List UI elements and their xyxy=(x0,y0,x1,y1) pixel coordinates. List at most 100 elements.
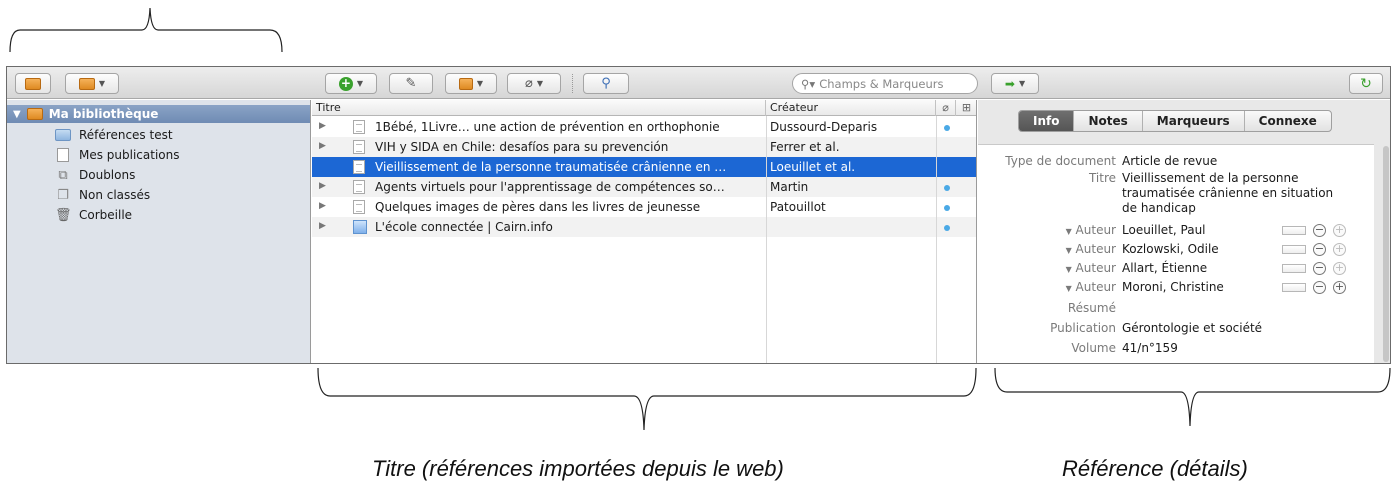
library-icon xyxy=(78,77,95,90)
collection-label: Mes publications xyxy=(79,148,180,162)
disclosure-triangle-icon[interactable]: ▶ xyxy=(319,181,326,191)
remove-author-icon[interactable]: − xyxy=(1313,243,1326,256)
magnifier-icon: ⚲ xyxy=(601,76,611,91)
title-value[interactable]: Vieillissement de la personne traumatisé… xyxy=(1122,171,1344,216)
advanced-search-button[interactable]: ⚲ xyxy=(583,73,629,94)
journal-article-icon xyxy=(353,180,365,194)
arrow-right-icon: ➡ xyxy=(1004,76,1015,91)
new-note-button[interactable]: ▼ xyxy=(445,73,497,94)
item-creator: Martin xyxy=(770,180,809,194)
tab-notes[interactable]: Notes xyxy=(1074,111,1143,131)
journal-article-icon xyxy=(353,120,365,134)
add-author-icon[interactable]: + xyxy=(1333,224,1346,237)
table-row-selected[interactable]: Vieillissement de la personne traumatisé… xyxy=(312,157,976,177)
collection-label: Doublons xyxy=(79,168,136,182)
add-author-icon[interactable]: + xyxy=(1333,281,1346,294)
remove-author-icon[interactable]: − xyxy=(1313,224,1326,237)
table-row[interactable]: ▶ Agents virtuels pour l'apprentissage d… xyxy=(312,177,976,197)
author-label[interactable]: ▼ Auteur xyxy=(1066,223,1116,237)
volume-value[interactable]: 41/n°159 xyxy=(1122,341,1344,356)
tab-related[interactable]: Connexe xyxy=(1245,111,1331,131)
sync-icon: ↻ xyxy=(1360,75,1372,92)
name-mode-switch[interactable] xyxy=(1282,264,1306,273)
chevron-down-icon: ▼ xyxy=(1065,227,1072,236)
sync-button[interactable]: ↻ xyxy=(1349,73,1383,94)
publication-value[interactable]: Gérontologie et société xyxy=(1122,321,1344,336)
disclosure-triangle-icon[interactable]: ▶ xyxy=(319,221,326,231)
attachment-dot-icon xyxy=(944,225,950,231)
item-creator: Patouillot xyxy=(770,200,826,214)
disclosure-triangle-icon[interactable]: ▶ xyxy=(319,121,326,131)
author-controls: − + xyxy=(1282,224,1346,237)
disclosure-triangle-icon[interactable]: ▶ xyxy=(319,141,326,151)
attachment-dot-icon xyxy=(944,185,950,191)
tab-info[interactable]: Info xyxy=(1019,111,1075,131)
author-controls: − + xyxy=(1282,243,1346,256)
collection-item-unfiled[interactable]: ❐ Non classés xyxy=(55,185,150,205)
search-input[interactable]: ⚲▾ Champs & Marqueurs xyxy=(792,73,978,94)
table-row[interactable]: ▶ VIH y SIDA en Chile: desafíos para su … xyxy=(312,137,976,157)
abstract-value[interactable] xyxy=(1122,301,1344,316)
column-header-title[interactable]: Titre xyxy=(312,100,766,116)
name-mode-switch[interactable] xyxy=(1282,283,1306,292)
item-title: L'école connectée | Cairn.info xyxy=(375,220,553,234)
collection-item-my-publications[interactable]: Mes publications xyxy=(55,145,180,165)
chevron-down-icon: ▼ xyxy=(98,79,106,88)
new-item-button[interactable]: + ▼ xyxy=(325,73,377,94)
add-attachment-button[interactable]: ⌀ ▼ xyxy=(507,73,561,94)
locate-button[interactable]: ➡ ▼ xyxy=(991,73,1039,94)
chevron-down-icon: ▼ xyxy=(1018,79,1026,88)
table-row[interactable]: ▶ L'école connectée | Cairn.info xyxy=(312,217,976,237)
name-mode-switch[interactable] xyxy=(1282,245,1306,254)
item-type-value[interactable]: Article de revue xyxy=(1122,154,1344,169)
column-header-attachments[interactable]: ⌀ xyxy=(936,100,956,116)
chevron-down-icon: ▼ xyxy=(476,79,484,88)
note-icon xyxy=(458,77,473,90)
tab-tags[interactable]: Marqueurs xyxy=(1143,111,1245,131)
disclosure-triangle-icon[interactable]: ▼ xyxy=(13,109,21,120)
collection-item-duplicates[interactable]: ⧉ Doublons xyxy=(55,165,135,185)
scrollbar[interactable] xyxy=(1383,146,1389,362)
chevron-down-icon: ▼ xyxy=(536,79,543,88)
remove-author-icon[interactable]: − xyxy=(1313,262,1326,275)
name-mode-switch[interactable] xyxy=(1282,226,1306,235)
column-picker-icon: ⊞ xyxy=(961,101,972,114)
column-picker[interactable]: ⊞ xyxy=(956,100,977,116)
column-divider xyxy=(936,116,937,363)
new-library-button[interactable]: ▼ xyxy=(65,73,119,94)
paperclip-icon: ⌀ xyxy=(525,76,533,91)
field-label: Publication xyxy=(1050,321,1116,335)
field-label: Volume xyxy=(1071,341,1116,355)
add-icon: + xyxy=(338,75,353,91)
journal-article-icon xyxy=(353,200,365,214)
journal-article-icon xyxy=(353,140,365,154)
folder-icon xyxy=(55,129,71,141)
remove-author-icon[interactable]: − xyxy=(1313,281,1326,294)
search-placeholder: Champs & Marqueurs xyxy=(819,76,944,91)
attachment-dot-icon xyxy=(944,205,950,211)
author-label[interactable]: ▼ Auteur xyxy=(1066,280,1116,294)
author-label[interactable]: ▼ Auteur xyxy=(1066,261,1116,275)
collection-item-trash[interactable]: 🗑 Corbeille xyxy=(55,205,132,225)
item-title: Agents virtuels pour l'apprentissage de … xyxy=(375,180,725,194)
chevron-down-icon: ▼ xyxy=(1065,265,1072,274)
add-author-icon[interactable]: + xyxy=(1333,262,1346,275)
chevron-down-icon: ▼ xyxy=(1065,246,1072,255)
new-collection-button[interactable] xyxy=(15,73,51,94)
add-author-icon[interactable]: + xyxy=(1333,243,1346,256)
zotero-window: ▼ + ▼ ✎ ▼ ⌀ ▼ ⚲ ⚲▾ Champs & Marqueurs ➡ ▼ ↻ xyxy=(6,66,1391,364)
column-header-creator[interactable]: Créateur xyxy=(766,100,936,116)
magic-wand-icon: ✎ xyxy=(405,76,417,91)
collection-item-references-test[interactable]: Références test xyxy=(55,125,173,145)
items-caption: Titre (références importées depuis le we… xyxy=(372,456,784,481)
disclosure-triangle-icon[interactable]: ▶ xyxy=(319,201,326,211)
document-icon xyxy=(57,148,69,162)
item-title: Quelques images de pères dans les livres… xyxy=(375,200,701,214)
add-by-identifier-button[interactable]: ✎ xyxy=(389,73,433,94)
item-title: Vieillissement de la personne traumatisé… xyxy=(375,160,727,174)
table-row[interactable]: ▶ 1Bébé, 1Livre… une action de préventio… xyxy=(312,117,976,137)
library-row[interactable]: ▼ Ma bibliothèque xyxy=(7,105,310,123)
author-label[interactable]: ▼ Auteur xyxy=(1066,242,1116,256)
items-header: Titre Créateur ⌀ ⊞ xyxy=(312,100,976,116)
table-row[interactable]: ▶ Quelques images de pères dans les livr… xyxy=(312,197,976,217)
